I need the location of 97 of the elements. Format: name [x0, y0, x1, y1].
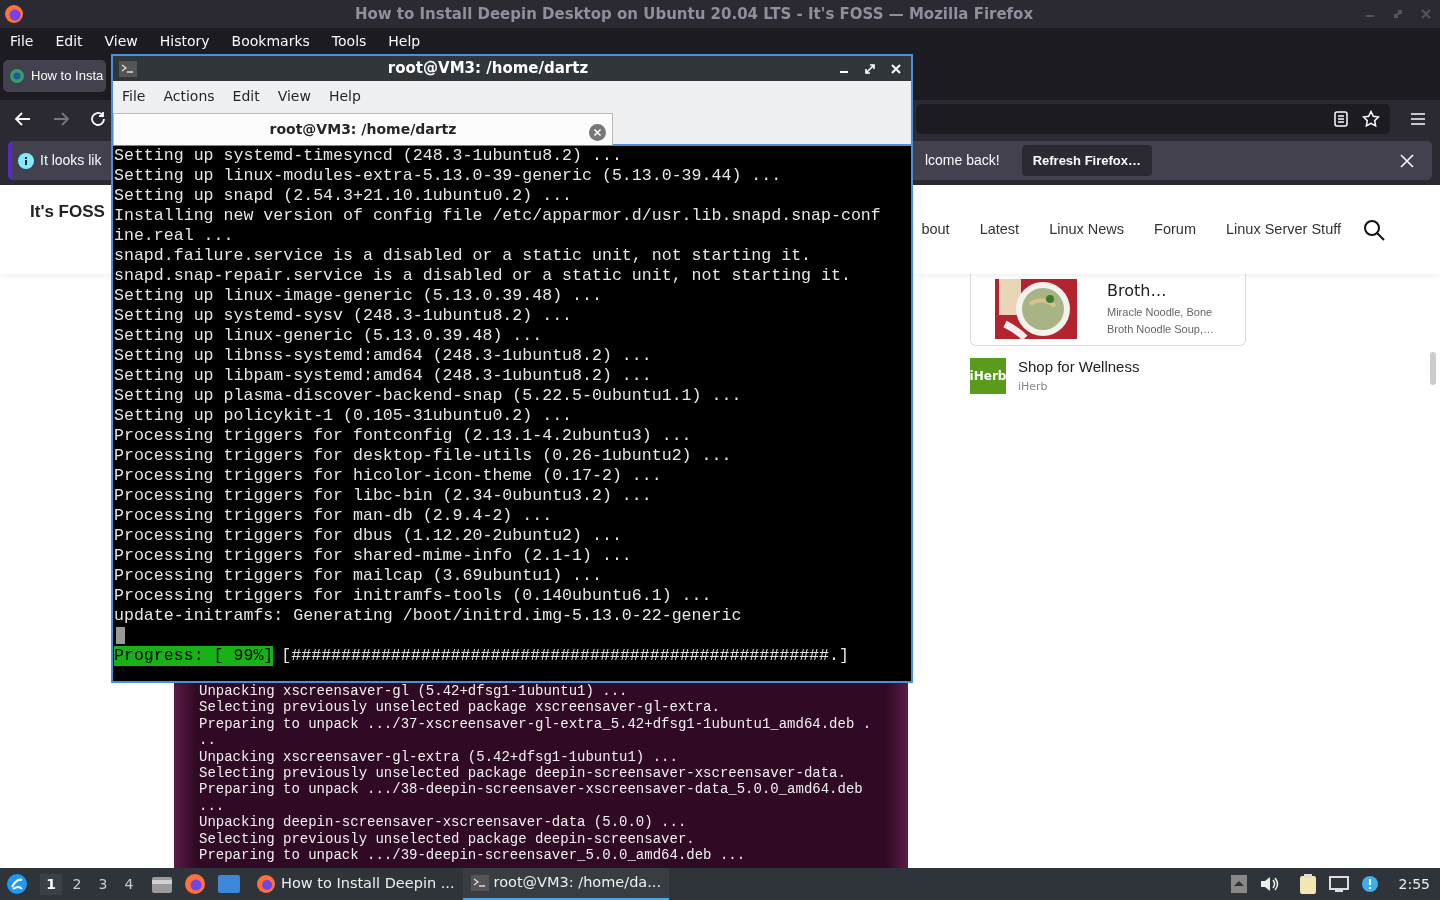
progress-bar-text: [######################################################.] — [281, 646, 849, 666]
terminal-line: Processing triggers for libc-bin (2.34-0ubuntu3.2) ... — [114, 486, 653, 506]
terminal-line: Processing triggers for fontconfig (2.13.1-4.2ubuntu3) ... — [114, 426, 693, 446]
terminal-line: Setting up policykit-1 (0.105-31ubuntu0.2) ... — [114, 406, 574, 426]
terminal-line: Setting up linux-modules-extra-5.13.0-39-generic (5.13.0-39.44) ... — [114, 166, 783, 186]
menu-item[interactable]: Edit — [55, 30, 83, 52]
terminal-line: ine.real ... — [114, 226, 235, 246]
firefox-logo-icon — [4, 4, 24, 24]
terminal-line: Unpacking deepin-screensaver-xscreensaver-data (5.0.0) ... — [199, 814, 688, 831]
reader-view-icon[interactable] — [1334, 111, 1348, 127]
terminal-line: snapd.snap-repair.service is a disabled or a static unit, not starting it. — [114, 266, 852, 286]
terminal-line: Setting up systemd-timesyncd (248.3-1ubuntu8.2) ... — [114, 146, 623, 166]
nav-link[interactable]: Latest — [979, 218, 1020, 241]
terminal-line: .. — [199, 732, 217, 749]
terminal-line: Processing triggers for mailcap (3.69ubuntu1) ... — [114, 566, 603, 586]
menu-item[interactable]: View — [104, 30, 138, 52]
menu-item[interactable]: Bookmarks — [231, 30, 310, 52]
menu-item[interactable]: Help — [328, 86, 376, 107]
menu-item[interactable]: Tools — [331, 30, 367, 52]
firefox-icon — [256, 874, 276, 894]
volume-icon[interactable] — [1258, 875, 1279, 893]
menu-item[interactable]: File — [10, 30, 34, 52]
terminal-line: Setting up systemd-sysv (248.3-1ubuntu8.2) ... — [114, 306, 574, 326]
back-icon[interactable] — [14, 111, 32, 127]
terminal-line: Processing triggers for dbus (1.12.20-2ubuntu2) ... — [114, 526, 623, 546]
firefox-icon[interactable] — [184, 873, 206, 895]
menu-item[interactable]: Help — [388, 30, 421, 52]
menu-item[interactable]: Actions — [163, 86, 230, 107]
terminal-line: Setting up linux-generic (5.13.0.39.48) ... — [114, 326, 544, 346]
terminal-icon — [470, 875, 489, 891]
folder-icon[interactable] — [152, 875, 172, 893]
terminal-line: Processing triggers for shared-mime-info (2.1-1) ... — [114, 546, 633, 566]
sponsor-source: iHerb — [1018, 378, 1049, 395]
reload-icon[interactable] — [90, 111, 106, 127]
taskbar-task[interactable]: root@VM3: /home/da... — [462, 868, 670, 900]
menu-icon[interactable] — [1410, 112, 1426, 126]
menu-item[interactable]: View — [277, 86, 326, 107]
workspace-button[interactable]: 2 — [66, 873, 88, 895]
terminal-line: update-initramfs: Generating /boot/initrd.img-5.13.0-22-generic — [114, 606, 743, 626]
terminal-line: Setting up libpam-systemd:amd64 (248.3-1ubuntu8.2) ... — [114, 366, 653, 386]
terminal-line: snapd.failure.service is a disabled or a static unit, not starting it. — [114, 246, 813, 266]
search-icon[interactable] — [1363, 218, 1385, 241]
terminal-cursor — [116, 627, 125, 644]
terminal-line: Setting up libnss-systemd:amd64 (248.3-1ubuntu8.2) ... — [114, 346, 653, 366]
notification-text: lcome back! — [924, 151, 1000, 170]
nav-link[interactable]: Linux Server Stuff — [1226, 218, 1341, 241]
menu-item[interactable]: File — [122, 86, 161, 107]
terminal-line: Processing triggers for desktop-file-utils (0.26-1ubuntu2) ... — [114, 446, 733, 466]
notification-text: It looks lik — [40, 151, 102, 170]
terminal-icon — [119, 60, 137, 77]
ad-description: Miracle Noodle, Bone Broth Noodle Soup,… — [1107, 304, 1215, 337]
site-logo[interactable]: It's FOSS — [30, 198, 105, 225]
browser-tab[interactable]: How to Insta — [3, 60, 107, 92]
ad-card[interactable]: Broth… Miracle Noodle, Bone Broth Noodle Soup,… — [970, 274, 1246, 346]
sponsor-title[interactable]: Shop for Wellness — [1018, 356, 1140, 379]
info-icon — [18, 152, 34, 169]
terminal-line: Processing triggers for hicolor-icon-theme (0.17-2) ... — [114, 466, 663, 486]
nav-link[interactable]: bout — [921, 218, 950, 241]
scrollbar-thumb[interactable] — [1430, 352, 1436, 385]
terminal-line: Setting up linux-image-generic (5.13.0.39.48) ... — [114, 286, 603, 306]
clipboard-icon[interactable] — [1298, 874, 1317, 894]
refresh-button[interactable]: Refresh Firefox… — [1021, 144, 1152, 177]
close-tab-icon[interactable] — [589, 123, 606, 141]
window-title: root@VM3: /home/dartz — [386, 58, 590, 80]
maximize-icon[interactable] — [865, 63, 875, 74]
terminal-line: Preparing to unpack .../39-deepin-screensaver_5.0.0_amd64.deb ... — [199, 847, 747, 864]
terminal-line: Unpacking xscreensaver-gl-extra (5.42+dfsg1-1ubuntu1) ... — [199, 748, 679, 766]
terminal-tab[interactable]: root@VM3: /home/dartz — [113, 113, 613, 145]
workspace-button[interactable]: 4 — [118, 873, 140, 895]
terminal-line: Processing triggers for initramfs-tools (0.140ubuntu6.1) ... — [114, 586, 713, 606]
progress-label: Progress: [ 99%] — [114, 646, 274, 666]
favicon-icon — [9, 68, 25, 84]
nav-link[interactable]: Forum — [1154, 218, 1196, 241]
terminal-line: Preparing to unpack .../37-xscreensaver-gl-extra_5.42+dfsg1-1ubuntu1_amd64.deb . — [199, 715, 873, 733]
terminal-line: Processing triggers for man-db (2.9.4-2) ... — [114, 506, 554, 526]
menu-item[interactable]: Edit — [232, 86, 275, 107]
taskbar-task[interactable]: How to Install Deepin ... — [248, 868, 463, 900]
terminal-line: Selecting previously unselected package deepin-screensaver-xscreensaver-data. — [199, 765, 847, 782]
workspace-button[interactable]: 1 — [40, 873, 62, 895]
terminal-line: ... — [199, 797, 226, 815]
workspace-button[interactable]: 3 — [92, 873, 114, 895]
star-icon[interactable] — [1362, 110, 1380, 128]
terminal-line: Selecting previously unselected package deepin-screensaver. — [199, 830, 696, 848]
terminal-line: Installing new version of config file /etc/apparmor.d/usr.lib.snapd.snap-conf — [114, 206, 882, 226]
nav-link[interactable]: Linux News — [1049, 218, 1125, 241]
terminal-line: Selecting previously unselected package xscreensaver-gl-extra. — [199, 699, 721, 716]
window-title: How to Install Deepin Desktop on Ubuntu 20.04 LTS - It's FOSS — Mozilla Firefox — [353, 3, 1035, 25]
notification-icon[interactable] — [1360, 875, 1379, 893]
terminal-line: Setting up plasma-discover-backend-snap (5.22.5-0ubuntu1.1) ... — [114, 386, 743, 406]
menu-item[interactable]: History — [159, 30, 210, 52]
forward-icon[interactable] — [52, 111, 70, 127]
ad-title[interactable]: Broth… — [1107, 281, 1237, 300]
clock[interactable]: 2:55 — [1398, 873, 1430, 895]
terminal-line: Setting up snapd (2.54.3+21.10.1ubuntu0.2) ... — [114, 186, 574, 206]
terminal-line: Unpacking xscreensaver-gl (5.42+dfsg1-1ubuntu1) ... — [199, 683, 629, 700]
start-menu-icon[interactable] — [6, 873, 28, 895]
terminal-line: Preparing to unpack .../38-deepin-screensaver-xscreensaver-data_5.0.0_amd64.deb — [199, 781, 864, 798]
